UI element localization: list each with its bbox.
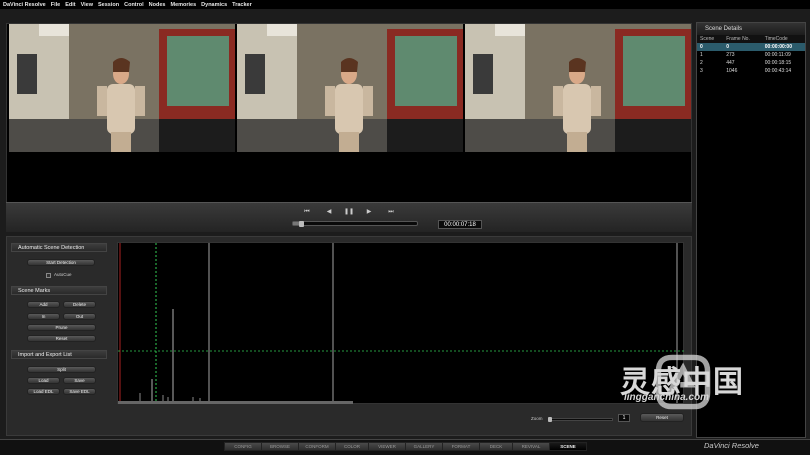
scene-thumbnail-prev[interactable] <box>9 24 235 152</box>
start-detection-button[interactable]: Start Detection <box>27 259 95 266</box>
range-bar[interactable] <box>118 401 353 404</box>
zoom-label: Zoom <box>531 416 543 421</box>
tab-browse[interactable]: BROWSE <box>261 442 299 451</box>
transport-bar: ⏮ ◀ ❚❚ ▶ ⏭ 00:00:07:18 <box>6 202 692 232</box>
playhead-scrubber[interactable] <box>292 221 418 227</box>
tab-conform[interactable]: CONFORM <box>298 442 336 451</box>
menu-bar: DaVinci Resolve File Edit View Session C… <box>0 0 810 9</box>
video-frame-image <box>9 24 235 152</box>
add-button[interactable]: Add <box>27 301 60 308</box>
scene-details-title: Scene Details <box>697 23 805 35</box>
menu-session[interactable]: Session <box>98 2 119 8</box>
column-header-frame[interactable]: Frame No. <box>723 35 762 43</box>
tab-deck[interactable]: DECK <box>479 442 513 451</box>
column-header-scene[interactable]: Scene <box>697 35 724 43</box>
zoom-slider[interactable] <box>551 418 613 421</box>
save-edl-button[interactable]: Save EDL <box>63 388 96 395</box>
menu-edit[interactable]: Edit <box>65 2 75 8</box>
menu-view[interactable]: View <box>81 2 93 8</box>
cell-timecode: 00:00:18:15 <box>764 60 792 66</box>
step-back-icon[interactable]: ◀ <box>324 208 334 216</box>
menu-tracker[interactable]: Tracker <box>232 2 252 8</box>
auto-detect-heading: Automatic Scene Detection <box>11 243 107 252</box>
timecode-display: 00:00:07:18 <box>438 220 482 229</box>
tab-color[interactable]: COLOR <box>335 442 369 451</box>
cell-scene: 0 <box>697 43 724 51</box>
zoom-slider-handle[interactable] <box>548 417 552 422</box>
table-row[interactable]: 3 1046 00:00:43:14 <box>697 67 805 75</box>
pause-icon[interactable]: ❚❚ <box>344 208 354 216</box>
watermark-url: lingganchina.com <box>624 392 710 403</box>
tab-viewer[interactable]: VIEWER <box>368 442 406 451</box>
menu-control[interactable]: Control <box>124 2 144 8</box>
tab-scene[interactable]: SCENE <box>549 442 587 451</box>
menu-dynamics[interactable]: Dynamics <box>201 2 227 8</box>
cell-scene: 1 <box>700 52 703 58</box>
scene-marks-heading: Scene Marks <box>11 286 107 295</box>
table-header-row: Scene Frame No. TimeCode <box>697 35 805 43</box>
table-row[interactable]: 1 273 00:00:11:09 <box>697 51 805 59</box>
cell-frame: 0 <box>723 43 762 51</box>
app-name: DaVinci Resolve <box>3 1 46 8</box>
delete-button[interactable]: Delete <box>63 301 96 308</box>
column-header-timecode[interactable]: TimeCode <box>761 35 805 43</box>
cell-frame: 1046 <box>726 68 738 74</box>
autocue-checkbox[interactable] <box>46 273 51 278</box>
zoom-value[interactable]: 1 <box>618 414 630 422</box>
cell-timecode: 00:00:11:09 <box>764 52 791 58</box>
menu-file[interactable]: File <box>51 2 60 8</box>
menu-nodes[interactable]: Nodes <box>149 2 166 8</box>
out-button[interactable]: Out <box>63 313 96 320</box>
autocue-label: AutoCue <box>54 272 72 277</box>
cell-timecode: 00:00:00:00 <box>761 43 805 51</box>
play-icon[interactable]: ▶ <box>364 208 374 216</box>
load-button[interactable]: Load <box>27 377 60 384</box>
load-edl-button[interactable]: Load EDL <box>27 388 60 395</box>
scene-thumbnail-current[interactable] <box>237 24 463 152</box>
cell-scene: 2 <box>700 60 703 66</box>
cell-timecode: 00:00:43:14 <box>764 68 792 74</box>
prune-button[interactable]: Prune <box>27 324 96 331</box>
cell-frame: 447 <box>726 60 735 66</box>
skip-to-end-icon[interactable]: ⏭ <box>386 208 396 216</box>
menu-memories[interactable]: Memories <box>170 2 196 8</box>
save-button[interactable]: Save <box>63 377 96 384</box>
tab-config[interactable]: CONFIG <box>224 442 262 451</box>
reset-marks-button[interactable]: Reset <box>27 335 96 342</box>
scene-thumbnail-next[interactable] <box>465 24 691 152</box>
table-row[interactable]: 2 447 00:00:18:15 <box>697 59 805 67</box>
brand-logo: DaVinci Resolve <box>704 441 759 450</box>
split-button[interactable]: Split <box>27 366 96 373</box>
video-frame-image <box>465 24 691 152</box>
video-frame-image <box>237 24 463 152</box>
tab-format[interactable]: FORMAT <box>442 442 480 451</box>
cell-frame: 273 <box>726 52 735 58</box>
tab-gallery[interactable]: GALLERY <box>405 442 443 451</box>
zoom-reset-button[interactable]: Reset <box>640 413 684 422</box>
cell-scene: 3 <box>700 68 703 74</box>
scene-table: Scene Frame No. TimeCode 0 0 00:00:00:00… <box>697 35 805 75</box>
import-export-heading: Import and Export List <box>11 350 107 359</box>
scrubber-handle[interactable] <box>299 221 305 227</box>
table-row[interactable]: 0 0 00:00:00:00 <box>697 43 805 51</box>
skip-to-start-icon[interactable]: ⏮ <box>302 208 312 216</box>
tab-revival[interactable]: REVIVAL <box>512 442 550 451</box>
in-button[interactable]: In <box>27 313 60 320</box>
